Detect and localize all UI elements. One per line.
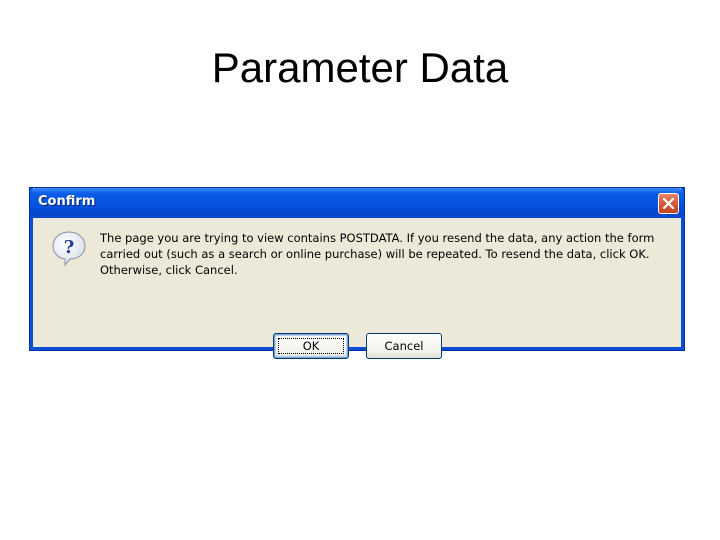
message-line: Otherwise, click Cancel. [100, 263, 238, 277]
close-button[interactable] [658, 193, 679, 214]
confirm-dialog: Confirm ? The page you are trying to vie… [30, 188, 684, 359]
svg-text:?: ? [64, 237, 75, 258]
dialog-titlebar[interactable]: Confirm [30, 188, 684, 218]
cancel-button[interactable]: Cancel [366, 333, 442, 359]
dialog-message: The page you are trying to view contains… [100, 230, 670, 278]
cancel-button-label: Cancel [384, 339, 424, 353]
message-line: carried out (such as a search or online … [100, 247, 650, 261]
question-icon: ? [52, 231, 86, 266]
dialog-body: ? The page you are trying to view contai… [33, 218, 681, 359]
message-line: The page you are trying to view contains… [100, 231, 655, 245]
slide-title: Parameter Data [211, 44, 509, 91]
ok-button-label: OK [302, 339, 320, 353]
dialog-title: Confirm [38, 194, 96, 209]
close-icon [663, 198, 674, 209]
ok-button[interactable]: OK [273, 333, 349, 359]
